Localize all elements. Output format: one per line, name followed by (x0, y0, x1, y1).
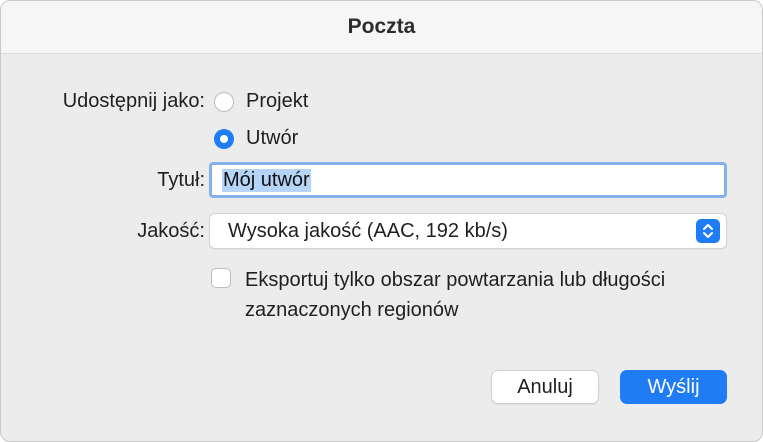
quality-select[interactable]: Wysoka jakość (AAC, 192 kb/s) (209, 213, 727, 249)
radio-project-button[interactable] (214, 91, 234, 112)
export-option-row[interactable]: Eksportuj tylko obszar powtarzania lub d… (211, 265, 685, 325)
title-label: Tytuł: (157, 169, 205, 191)
quality-selected-value: Wysoka jakość (AAC, 192 kb/s) (228, 219, 508, 242)
export-checkbox[interactable] (211, 268, 231, 288)
radio-option-project[interactable]: Projekt (214, 90, 308, 113)
title-input[interactable]: Mój utwór (209, 162, 727, 198)
mail-share-dialog: Poczta Udostępnij jako: Projekt Utwór Ty… (0, 0, 763, 442)
radio-project-label: Projekt (246, 90, 309, 112)
chevron-up-down-icon[interactable] (696, 219, 720, 243)
quality-label: Jakość: (137, 220, 205, 242)
radio-song-button[interactable] (214, 128, 234, 149)
radio-song-label: Utwór (246, 127, 299, 149)
window-title: Poczta (1, 1, 762, 54)
dialog-content: Udostępnij jako: Projekt Utwór Tytuł: Mó… (1, 54, 762, 441)
cancel-button[interactable]: Anuluj (491, 370, 599, 404)
share-as-label: Udostępnij jako: (62, 90, 205, 112)
send-button[interactable]: Wyślij (620, 370, 727, 404)
radio-option-song[interactable]: Utwór (214, 127, 298, 150)
export-checkbox-label: Eksportuj tylko obszar powtarzania lub d… (245, 269, 666, 321)
title-input-value: Mój utwór (222, 168, 311, 192)
